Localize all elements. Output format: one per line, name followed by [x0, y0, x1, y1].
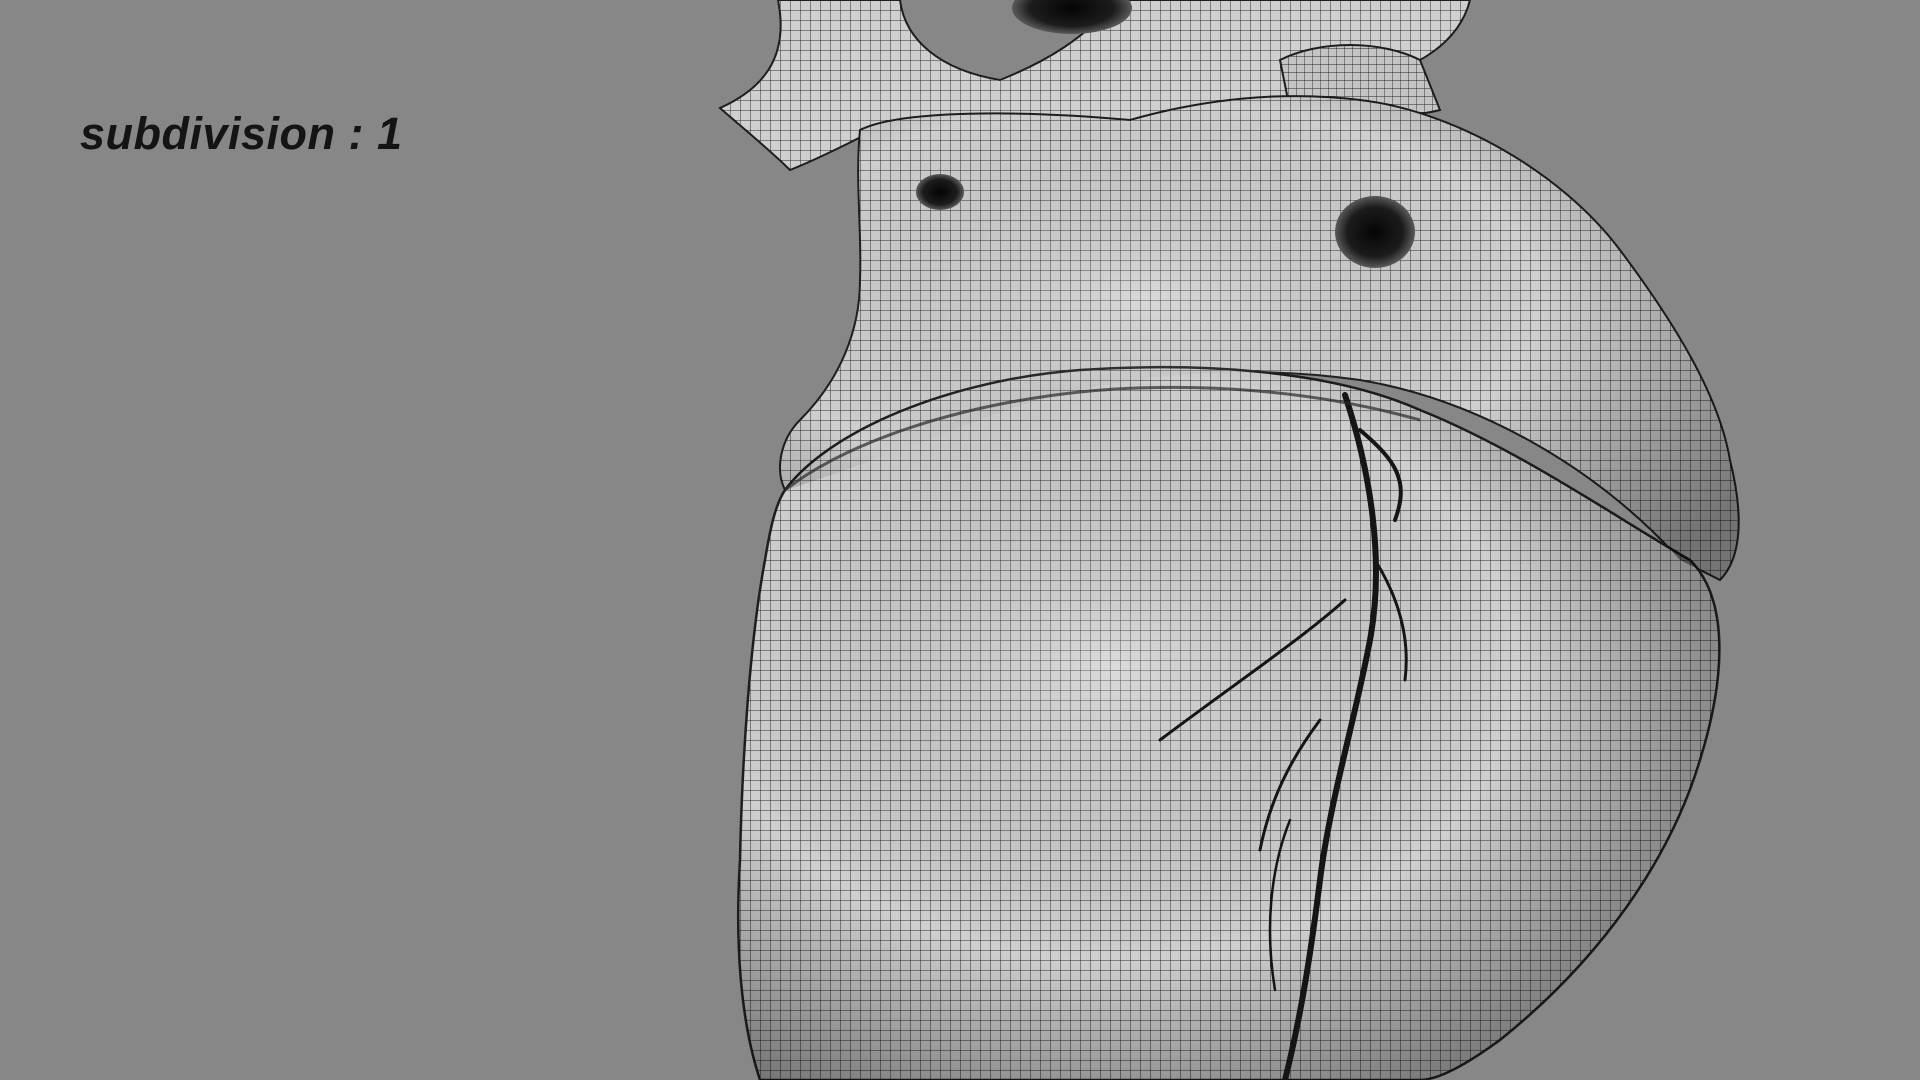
- heart-wireframe-render: [718, 0, 1740, 1080]
- ventricle-shading: [738, 367, 1720, 1080]
- vessel-opening-right: [1335, 196, 1415, 268]
- render-viewport: subdivision : 1: [0, 0, 1920, 1080]
- subdivision-label: subdivision : 1: [80, 108, 403, 159]
- vessel-opening-left: [916, 174, 964, 210]
